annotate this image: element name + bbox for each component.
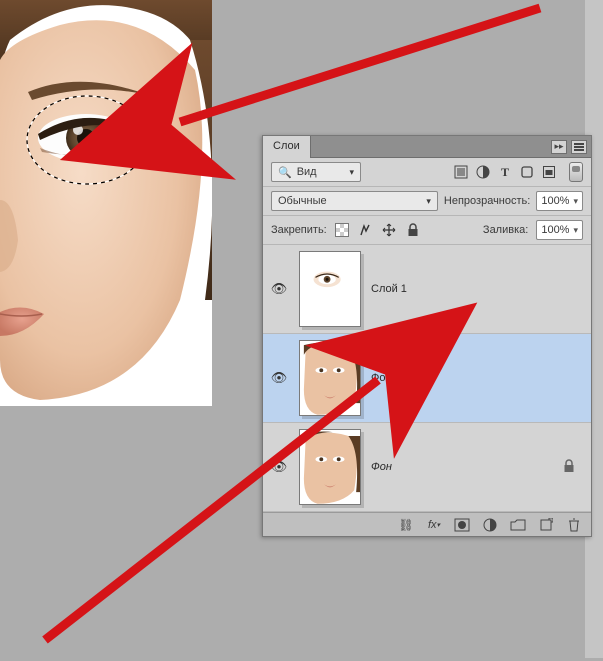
type-filter-icon[interactable]: T	[497, 164, 513, 180]
opacity-value: 100%	[541, 195, 569, 207]
blend-mode-value: Обычные	[278, 195, 327, 207]
visibility-toggle-icon[interactable]: 👁	[271, 372, 287, 384]
fill-input[interactable]: 100% ▾	[536, 220, 583, 240]
layers-panel: Слои ▸▸ 🔍 Вид ▾ T	[262, 135, 592, 537]
panel-tab-bar: Слои ▸▸	[263, 136, 591, 158]
document-image	[0, 0, 212, 406]
layer-row[interactable]: 👁 Слой 1	[263, 245, 591, 334]
mask-icon[interactable]	[453, 517, 471, 533]
lock-row: Закрепить: Заливка: 100% ▾	[263, 216, 591, 245]
lock-icon	[563, 459, 585, 476]
layer-name[interactable]: Слой 1	[371, 283, 407, 295]
blend-row: Обычные ▾ Непрозрачность: 100% ▾	[263, 187, 591, 216]
filter-row: 🔍 Вид ▾ T	[263, 158, 591, 187]
layer-row[interactable]: 👁 Фон	[263, 423, 591, 512]
layers-list: 👁 Слой 1 👁	[263, 245, 591, 512]
panel-footer: ⛓ fx▾	[263, 512, 591, 536]
filter-kind-dropdown[interactable]: 🔍 Вид ▾	[271, 162, 361, 182]
chevron-down-icon: ▾	[573, 196, 578, 207]
fill-value: 100%	[541, 224, 569, 236]
layer-row[interactable]: 👁 Фон копия	[263, 334, 591, 423]
layer-thumbnail[interactable]	[299, 429, 361, 505]
pixel-filter-icon[interactable]	[453, 164, 469, 180]
layer-thumbnail[interactable]	[299, 340, 361, 416]
chevron-down-icon: ▾	[426, 196, 431, 207]
smart-filter-icon[interactable]	[541, 164, 557, 180]
visibility-toggle-icon[interactable]: 👁	[271, 283, 287, 295]
fill-label: Заливка:	[483, 224, 528, 236]
tab-layers[interactable]: Слои	[263, 136, 311, 158]
lock-pixels-icon[interactable]	[357, 223, 373, 237]
blend-mode-dropdown[interactable]: Обычные ▾	[271, 191, 438, 211]
layer-name[interactable]: Фон копия	[371, 372, 424, 384]
lock-transparency-icon[interactable]	[335, 223, 349, 237]
adjustment-filter-icon[interactable]	[475, 164, 491, 180]
chevron-down-icon: ▾	[349, 167, 354, 178]
link-icon[interactable]: ⛓	[397, 517, 415, 533]
lock-position-icon[interactable]	[381, 223, 397, 237]
opacity-label: Непрозрачность:	[444, 195, 530, 207]
trash-icon[interactable]	[565, 517, 583, 533]
search-icon: 🔍	[278, 166, 292, 179]
chevron-down-icon: ▾	[573, 225, 578, 236]
fx-icon[interactable]: fx▾	[425, 517, 443, 533]
opacity-input[interactable]: 100% ▾	[536, 191, 583, 211]
visibility-toggle-icon[interactable]: 👁	[271, 461, 287, 473]
filter-kind-label: Вид	[297, 166, 317, 178]
adjustment-icon[interactable]	[481, 517, 499, 533]
new-layer-icon[interactable]	[537, 517, 555, 533]
collapse-panel-icon[interactable]: ▸▸	[551, 140, 567, 154]
filter-toggle[interactable]	[569, 162, 583, 182]
panel-menu-icon[interactable]	[571, 140, 587, 154]
lock-all-icon[interactable]	[405, 223, 421, 237]
group-icon[interactable]	[509, 517, 527, 533]
shape-filter-icon[interactable]	[519, 164, 535, 180]
layer-name[interactable]: Фон	[371, 461, 392, 473]
canvas[interactable]	[0, 0, 212, 406]
lock-label: Закрепить:	[271, 224, 327, 236]
layer-thumbnail[interactable]	[299, 251, 361, 327]
